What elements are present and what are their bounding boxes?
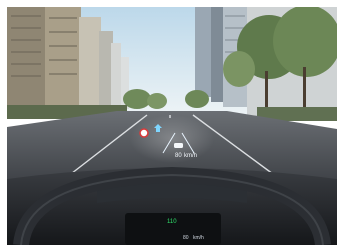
cluster-readout: 110: [167, 219, 177, 225]
car-interior-photo: 80 km/h 110 80 km/h: [7, 7, 337, 245]
scene-illustration: 80 km/h 110 80 km/h: [7, 7, 337, 245]
speed-limit-sign-icon: [139, 128, 149, 138]
hud-speed-value: 80: [175, 153, 182, 159]
photo-frame: 80 km/h 110 80 km/h: [0, 0, 344, 245]
car-icon: [174, 143, 183, 148]
cluster-speed-value: 80: [183, 235, 189, 241]
hud-speed-unit: km/h: [184, 153, 197, 159]
instrument-cluster: 110 80 km/h: [125, 213, 221, 245]
cluster-speed-unit: km/h: [193, 235, 204, 241]
head-up-display: 80 km/h: [130, 115, 214, 163]
